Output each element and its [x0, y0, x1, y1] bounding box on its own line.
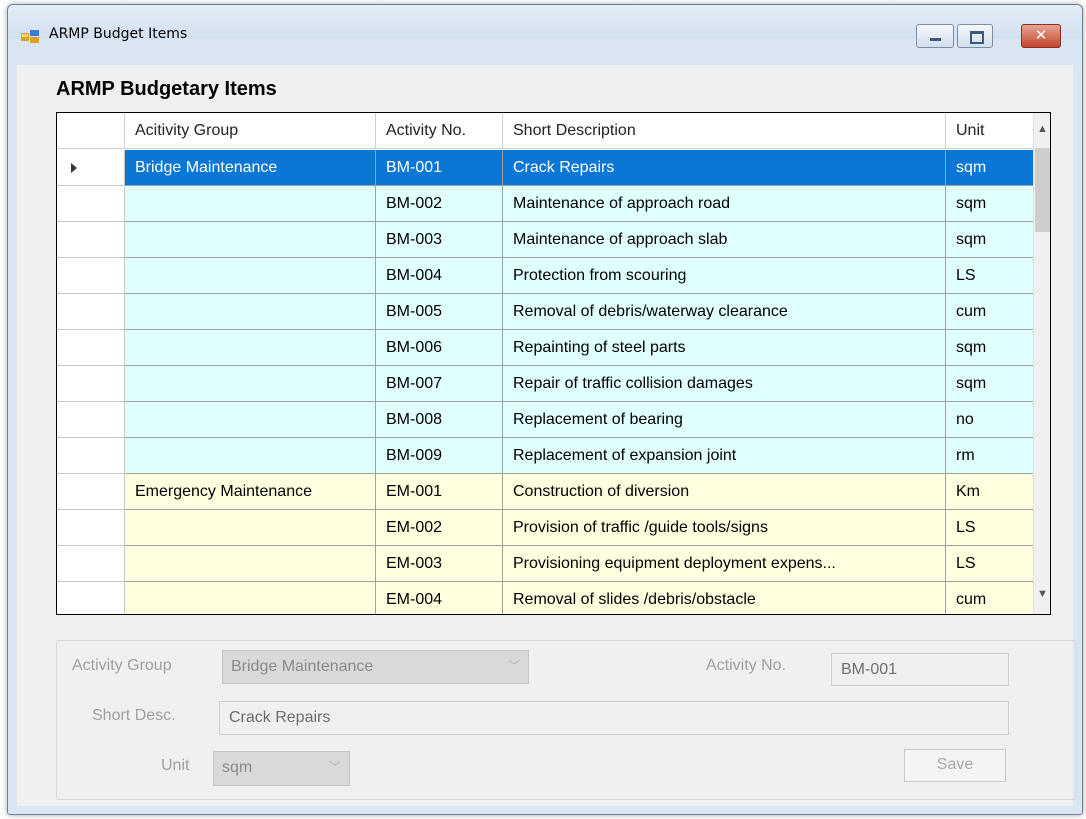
- cell-activity-no[interactable]: BM-002: [376, 186, 503, 222]
- cell-activity-no[interactable]: EM-001: [376, 474, 503, 510]
- scroll-thumb[interactable]: [1035, 148, 1050, 232]
- cell-activity-group[interactable]: [125, 222, 376, 258]
- column-header-short-description[interactable]: Short Description: [503, 113, 946, 149]
- short-desc-label: Short Desc.: [92, 707, 176, 724]
- cell-short-description[interactable]: Provisioning equipment deployment expens…: [503, 546, 946, 582]
- row-header[interactable]: [57, 438, 125, 474]
- cell-activity-group[interactable]: [125, 510, 376, 546]
- cell-activity-no[interactable]: BM-009: [376, 438, 503, 474]
- cell-short-description[interactable]: Removal of debris/waterway clearance: [503, 294, 946, 330]
- grid-vertical-scrollbar[interactable]: ▲ ▼: [1033, 113, 1050, 614]
- chevron-down-icon: ﹀: [507, 659, 520, 673]
- cell-short-description[interactable]: Removal of slides /debris/obstacle: [503, 582, 946, 614]
- cell-unit[interactable]: LS: [946, 258, 1034, 294]
- save-button[interactable]: Save: [904, 749, 1006, 782]
- cell-unit[interactable]: cum: [946, 294, 1034, 330]
- cell-activity-no[interactable]: EM-003: [376, 546, 503, 582]
- cell-unit[interactable]: Km: [946, 474, 1034, 510]
- cell-short-description[interactable]: Maintenance of approach slab: [503, 222, 946, 258]
- row-header[interactable]: [57, 258, 125, 294]
- cell-short-description[interactable]: Replacement of bearing: [503, 402, 946, 438]
- row-header[interactable]: [57, 546, 125, 582]
- row-header[interactable]: [57, 186, 125, 222]
- row-header[interactable]: [57, 294, 125, 330]
- unit-select[interactable]: sqm ﹀: [213, 751, 350, 786]
- cell-unit[interactable]: no: [946, 402, 1034, 438]
- cell-activity-group[interactable]: [125, 438, 376, 474]
- minimize-button[interactable]: [916, 24, 954, 48]
- cell-activity-group[interactable]: [125, 366, 376, 402]
- cell-activity-group[interactable]: [125, 330, 376, 366]
- activity-no-label: Activity No.: [706, 657, 787, 674]
- cell-unit[interactable]: sqm: [946, 150, 1034, 186]
- cell-activity-no[interactable]: BM-001: [376, 150, 503, 186]
- activity-group-value: Bridge Maintenance: [231, 658, 374, 675]
- budget-items-grid[interactable]: Acitivity Group Activity No. Short Descr…: [56, 112, 1051, 615]
- cell-activity-group[interactable]: [125, 402, 376, 438]
- row-header[interactable]: [57, 150, 125, 186]
- cell-short-description[interactable]: Maintenance of approach road: [503, 186, 946, 222]
- cell-short-description[interactable]: Replacement of expansion joint: [503, 438, 946, 474]
- cell-activity-no[interactable]: EM-002: [376, 510, 503, 546]
- activity-group-select[interactable]: Bridge Maintenance ﹀: [222, 650, 529, 684]
- unit-value: sqm: [222, 759, 253, 776]
- cell-activity-group[interactable]: Bridge Maintenance: [125, 150, 376, 186]
- cell-activity-no[interactable]: BM-007: [376, 366, 503, 402]
- activity-no-field[interactable]: BM-001: [831, 653, 1009, 686]
- cell-unit[interactable]: cum: [946, 582, 1034, 614]
- cell-activity-no[interactable]: BM-004: [376, 258, 503, 294]
- cell-unit[interactable]: LS: [946, 546, 1034, 582]
- cell-unit[interactable]: sqm: [946, 186, 1034, 222]
- unit-label: Unit: [161, 757, 190, 774]
- cell-activity-no[interactable]: BM-003: [376, 222, 503, 258]
- scroll-up-icon[interactable]: ▲: [1034, 121, 1051, 138]
- cell-short-description[interactable]: Construction of diversion: [503, 474, 946, 510]
- cell-activity-no[interactable]: BM-006: [376, 330, 503, 366]
- short-desc-field[interactable]: Crack Repairs: [219, 701, 1009, 735]
- cell-activity-no[interactable]: BM-005: [376, 294, 503, 330]
- cell-activity-group[interactable]: [125, 294, 376, 330]
- cell-unit[interactable]: sqm: [946, 366, 1034, 402]
- row-header[interactable]: [57, 402, 125, 438]
- maximize-button[interactable]: [957, 24, 993, 48]
- grid-corner-header: [57, 113, 125, 149]
- page-title: ARMP Budgetary Items: [56, 78, 277, 100]
- cell-activity-group[interactable]: [125, 546, 376, 582]
- row-header[interactable]: [57, 330, 125, 366]
- row-selector-icon: [71, 163, 77, 173]
- cell-short-description[interactable]: Provision of traffic /guide tools/signs: [503, 510, 946, 546]
- cell-short-description[interactable]: Crack Repairs: [503, 150, 946, 186]
- row-header[interactable]: [57, 582, 125, 614]
- cell-unit[interactable]: rm: [946, 438, 1034, 474]
- row-header[interactable]: [57, 510, 125, 546]
- cell-unit[interactable]: sqm: [946, 222, 1034, 258]
- cell-activity-group[interactable]: [125, 258, 376, 294]
- cell-short-description[interactable]: Repainting of steel parts: [503, 330, 946, 366]
- scroll-down-icon[interactable]: ▼: [1034, 586, 1051, 603]
- cell-activity-group[interactable]: [125, 582, 376, 614]
- column-header-activity-no[interactable]: Activity No.: [376, 113, 503, 149]
- close-button[interactable]: ✕: [1021, 24, 1061, 48]
- window-title: ARMP Budget Items: [49, 26, 188, 42]
- grid-viewport: Acitivity Group Activity No. Short Descr…: [57, 113, 1050, 614]
- cell-short-description[interactable]: Protection from scouring: [503, 258, 946, 294]
- cell-unit[interactable]: LS: [946, 510, 1034, 546]
- app-icon: [21, 30, 39, 43]
- activity-group-label: Activity Group: [72, 657, 172, 674]
- row-header[interactable]: [57, 366, 125, 402]
- chevron-down-icon: ﹀: [328, 760, 341, 774]
- cell-activity-no[interactable]: BM-008: [376, 402, 503, 438]
- column-header-activity-group[interactable]: Acitivity Group: [125, 113, 376, 149]
- cell-short-description[interactable]: Repair of traffic collision damages: [503, 366, 946, 402]
- cell-activity-group[interactable]: Emergency Maintenance: [125, 474, 376, 510]
- cell-activity-no[interactable]: EM-004: [376, 582, 503, 614]
- cell-unit[interactable]: sqm: [946, 330, 1034, 366]
- row-header[interactable]: [57, 474, 125, 510]
- close-icon: ✕: [1034, 27, 1048, 44]
- column-header-unit[interactable]: Unit: [946, 113, 1034, 149]
- cell-activity-group[interactable]: [125, 186, 376, 222]
- row-header[interactable]: [57, 222, 125, 258]
